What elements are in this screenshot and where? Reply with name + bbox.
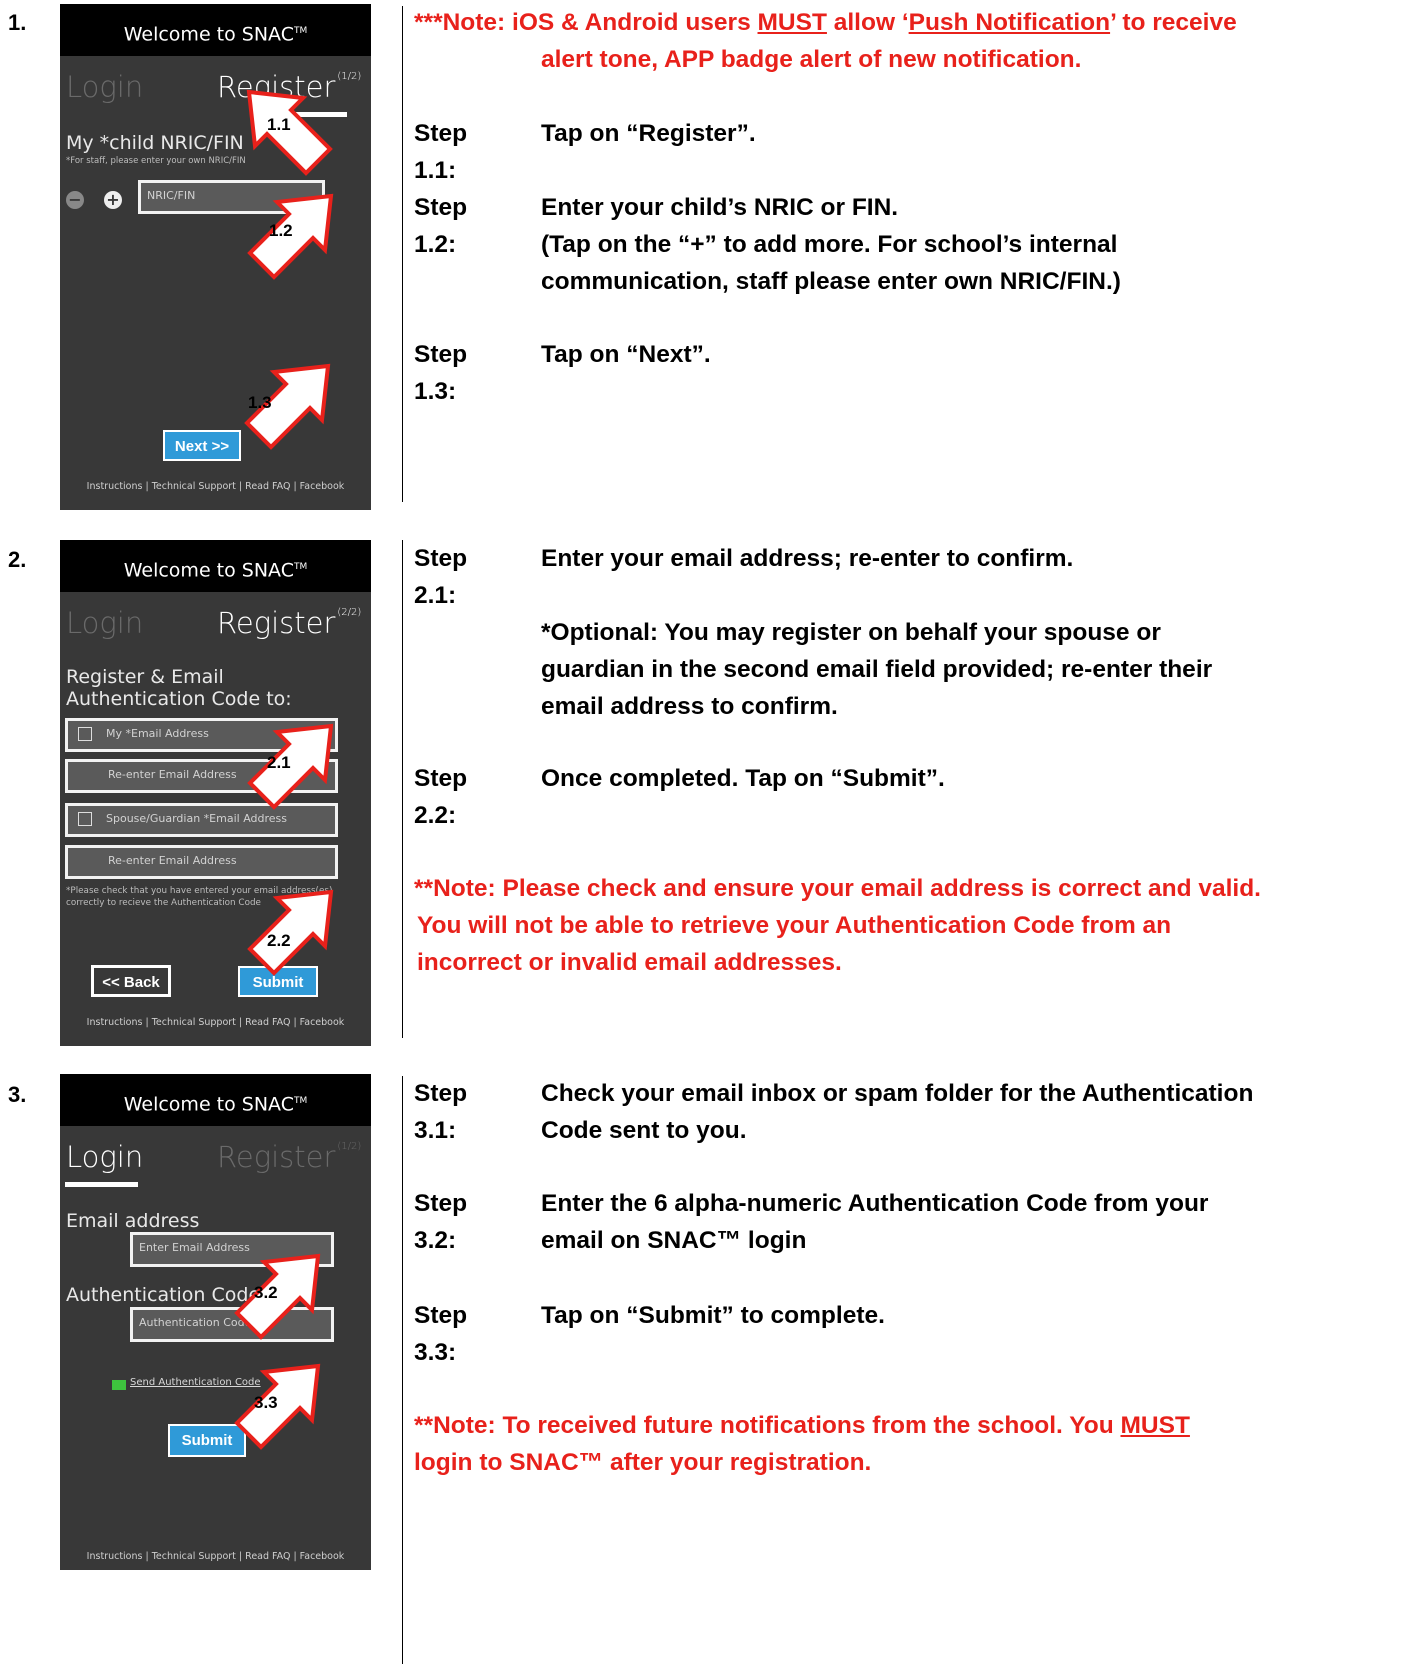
tab-register-label: Register [217,606,336,640]
spouse-email-checkbox[interactable] [78,812,92,826]
callout-arrow-3-2: 3.2 [234,1253,321,1340]
app-footer-links[interactable]: Instructions | Technical Support | Read … [60,1017,371,1028]
login-required-note: **Note: To received future notifications… [414,1412,1190,1476]
trademark-mark: TM [294,562,308,572]
callout-label-2-1: 2.1 [267,753,291,772]
column-divider [402,1076,403,1664]
callout-label-3-2: 3.2 [254,1283,278,1302]
callout-label-1-3: 1.3 [248,393,272,412]
callout-arrow-2-1: 2.1 [247,723,334,810]
tab-login[interactable]: Login [66,606,143,640]
register-label-line2: Authentication Code to: [66,688,292,710]
nric-sublabel: *For staff, please enter your own NRIC/F… [66,156,246,166]
add-field-button[interactable]: + [104,191,122,209]
tab-register-label: Register [217,1140,336,1174]
mail-icon [112,1380,126,1390]
app-title: Welcome to SNAC [123,559,294,582]
app-title: Welcome to SNAC [123,23,294,46]
section-number: 3. [8,1082,27,1107]
callout-label-1-2: 1.2 [269,221,293,240]
callout-arrow-1-2: 1.2 [247,193,334,280]
spouse-email-confirm-field[interactable]: Re-enter Email Address [65,845,338,879]
callout-arrow-2-2: 2.2 [247,889,334,976]
callout-label-2-2: 2.2 [267,931,291,950]
register-step-indicator: (2/2) [337,607,362,618]
callout-arrow-3-3: 3.3 [234,1363,321,1450]
email-warning-line2: correctly to recieve the Authentication … [66,898,261,908]
email-checkbox[interactable] [78,727,92,741]
callout-label-1-1: 1.1 [267,115,291,134]
register-step-indicator: (1/2) [337,71,362,82]
register-step-indicator: (1/2) [337,1141,362,1152]
active-tab-underline [65,1182,138,1187]
register-label-line1: Register & Email [66,666,224,688]
remove-field-button[interactable]: − [66,191,84,209]
app-screen-login: Welcome to SNACTM Login Register (1/2) Em… [60,1074,371,1570]
app-footer-links[interactable]: Instructions | Technical Support | Read … [60,481,371,492]
push-notification-note: ***Note: iOS & Android users MUST allow … [414,9,1237,73]
tab-login[interactable]: Login [66,1140,143,1174]
tab-register[interactable]: Register (2/2) [217,606,361,640]
nric-label: My *child NRIC/FIN [66,132,244,154]
callout-label-3-3: 3.3 [254,1393,278,1412]
column-divider [402,540,403,1038]
callout-arrow-1-1: 1.1 [246,89,333,176]
section-number: 1. [8,10,27,35]
app-header: Welcome to SNACTM [60,4,371,56]
section-number: 2. [8,547,27,572]
trademark-mark: TM [294,26,308,36]
email-validity-note: **Note: Please check and ensure your ema… [414,875,1261,976]
callout-arrow-1-3: 1.3 [244,363,331,450]
app-title: Welcome to SNAC [123,1093,294,1116]
column-divider [402,6,403,502]
back-button[interactable]: << Back [91,965,171,997]
app-footer-links[interactable]: Instructions | Technical Support | Read … [60,1551,371,1562]
email-label: Email address [66,1210,200,1232]
app-header: Welcome to SNACTM [60,540,371,592]
next-button[interactable]: Next >> [163,430,241,461]
tab-register[interactable]: Register (1/2) [217,1140,361,1174]
tab-login[interactable]: Login [66,70,143,104]
trademark-mark: TM [294,1096,308,1106]
app-header: Welcome to SNACTM [60,1074,371,1126]
